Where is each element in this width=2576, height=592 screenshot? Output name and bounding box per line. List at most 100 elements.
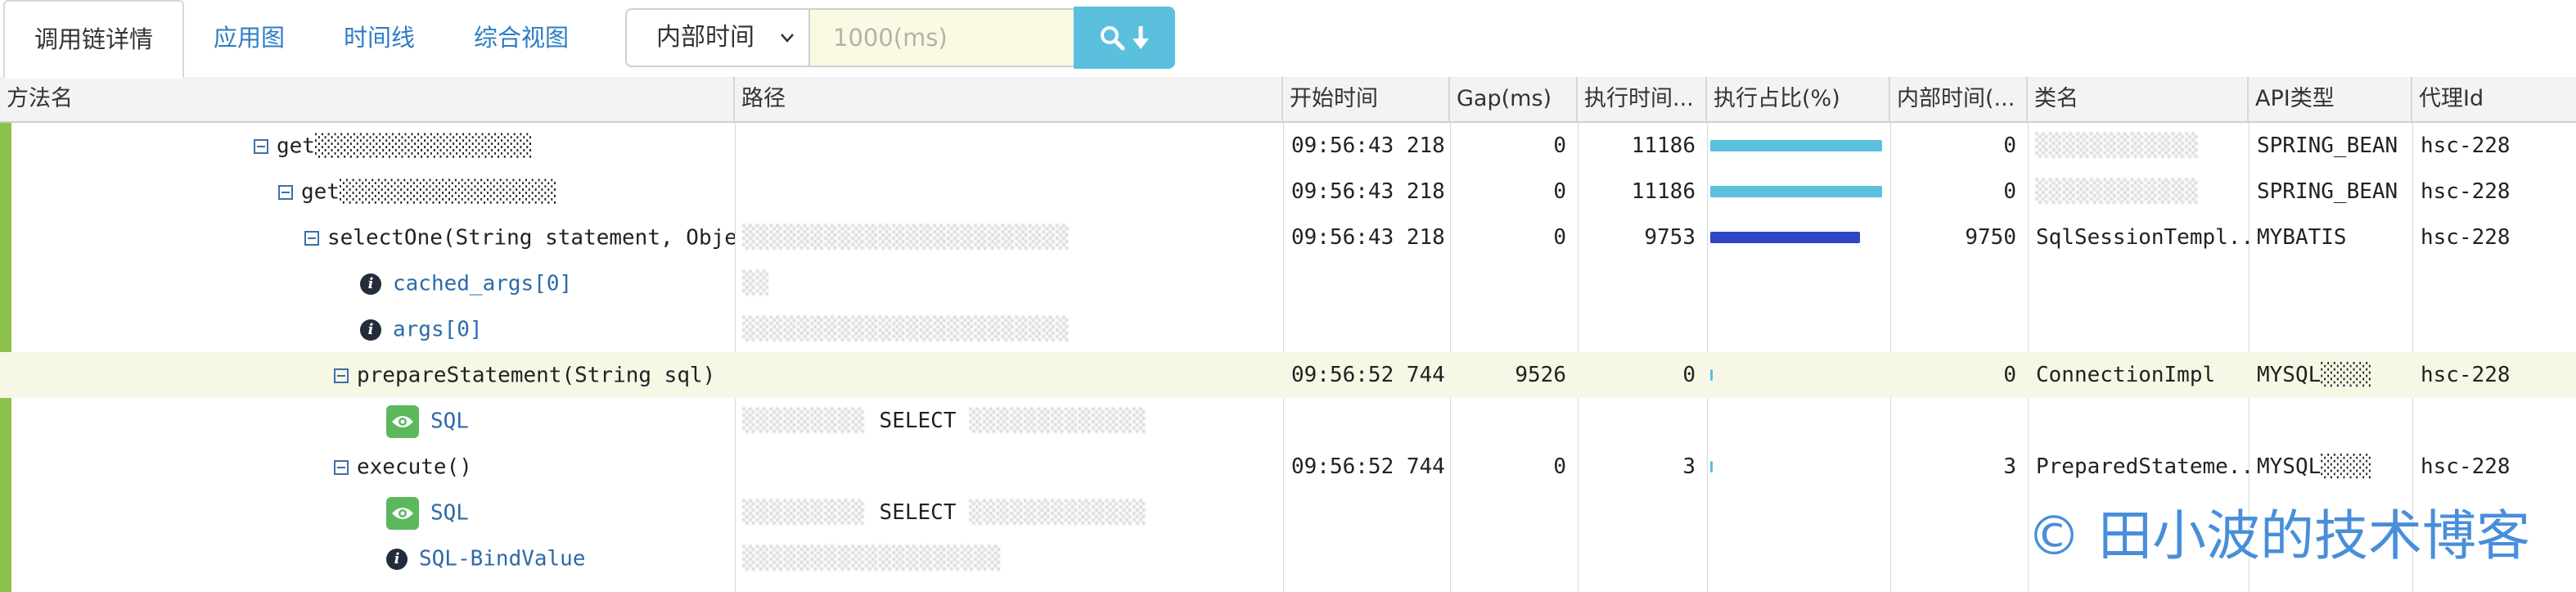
table-row[interactable]: get░░░░░░░░░░░░░░░░░ 09:56:43 218 0 11186 0 ░… (0, 123, 2576, 169)
api-type-cell: MYSQL░░░░ (2257, 363, 2372, 387)
inner-time-cell: 3 (2003, 454, 2016, 479)
exec-ratio-bar (1710, 229, 1882, 246)
method-name-cell: get░░░░░░░░░░░░░░░░░ (245, 123, 735, 169)
exec-ratio-fill (1710, 369, 1713, 381)
path-cell: ░░░░░░░░░░░░░░░░░░░░░░░░ (743, 225, 1070, 250)
search-icon (1101, 26, 1125, 51)
method-name-text: cached_args[0] (393, 271, 573, 296)
table-row[interactable]: SQL ░░░░░░░░░ SELECT ░░░░░░░░░░░░░ (0, 398, 2576, 444)
eye-icon[interactable] (386, 496, 419, 530)
inner-time-cell: 0 (2003, 363, 2016, 387)
path-cell (735, 352, 1283, 398)
minus-square-icon[interactable] (278, 184, 293, 200)
method-name-cell: prepareStatement(String sql) (326, 352, 735, 398)
exec-time-cell: 9753 (1644, 225, 1696, 250)
path-cell: ░░ (743, 271, 771, 296)
exec-time-cell: 0 (1682, 363, 1696, 387)
method-name-cell: selectOne(String statement, Object (296, 215, 735, 260)
col-api-type[interactable]: API类型 (2249, 77, 2412, 121)
inner-time-cell: 9750 (1965, 225, 2016, 250)
col-gap[interactable]: Gap(ms) (1450, 77, 1578, 121)
exec-ratio-bar (1710, 183, 1882, 200)
gap-cell: 0 (1553, 133, 1566, 158)
class-name-cell: PreparedStateme... (2036, 454, 2249, 479)
agent-id-cell: hsc-228 (2421, 133, 2511, 158)
tab-mixed-view[interactable]: 综合视图 (444, 0, 598, 75)
col-agent-id[interactable]: 代理Id (2412, 77, 2576, 121)
method-name-cell: i cached_args[0] (352, 260, 735, 306)
col-exec-time[interactable]: 执行时间... (1578, 77, 1707, 121)
col-class-name[interactable]: 类名 (2028, 77, 2249, 121)
exec-ratio-bar (1710, 138, 1882, 154)
exec-ratio-bar (1710, 367, 1882, 383)
method-name-cell: execute() (326, 444, 735, 490)
table-row[interactable]: i cached_args[0] ░░ (0, 260, 2576, 306)
minus-square-icon[interactable] (304, 230, 319, 246)
agent-id-cell: hsc-228 (2421, 225, 2511, 250)
table-row[interactable]: execute() 09:56:52 744 0 3 3 PreparedStateme.… (0, 444, 2576, 490)
col-exec-ratio[interactable]: 执行占比(%) (1707, 77, 1890, 121)
method-name-text: args[0] (393, 317, 483, 342)
exec-time-cell: 3 (1682, 454, 1696, 479)
time-threshold-input[interactable]: 1000(ms) (810, 8, 1075, 67)
api-type-cell: MYBATIS (2257, 225, 2347, 250)
search-button[interactable] (1074, 7, 1175, 69)
minus-square-icon[interactable] (254, 138, 268, 154)
exec-ratio-bar (1710, 459, 1882, 475)
info-icon: i (360, 319, 381, 341)
col-start-time[interactable]: 开始时间 (1283, 77, 1450, 121)
class-name-cell: ░░░░░░░░░░░░ (2036, 133, 2200, 158)
table-row[interactable]: prepareStatement(String sql) 09:56:52 744… (0, 352, 2576, 398)
method-name-text: SQL (430, 500, 469, 526)
method-name-text: prepareStatement(String sql) (357, 363, 716, 388)
method-name-cell: SQL (378, 490, 735, 536)
path-cell: ░░░░░░░░░ SELECT ░░░░░░░░░░░░░ (743, 500, 1147, 525)
arrow-down-icon (1133, 26, 1149, 49)
gap-cell: 0 (1553, 179, 1566, 204)
method-name-text: get░░░░░░░░░░░░░░░░░ (301, 179, 558, 205)
method-name-text: SQL-BindValue (419, 546, 586, 572)
info-icon: i (386, 548, 408, 570)
method-name-cell: SQL (378, 398, 735, 444)
table-row[interactable]: selectOne(String statement, Object ░░░░░░… (0, 215, 2576, 260)
table-row[interactable]: get░░░░░░░░░░░░░░░░░ 09:56:43 218 0 11186 0 ░… (0, 169, 2576, 215)
grid-header: 方法名 路径 开始时间 Gap(ms) 执行时间... 执行占比(%) 内部时间… (0, 77, 2576, 123)
start-time-cell: 09:56:43 218 (1291, 225, 1445, 250)
exec-time-cell: 11186 (1631, 179, 1696, 204)
gap-cell: 9526 (1515, 363, 1566, 387)
method-name-text: selectOne(String statement, Object (327, 225, 735, 251)
method-name-cell: i args[0] (352, 306, 735, 352)
api-type-cell: SPRING_BEAN (2257, 133, 2398, 158)
inner-time-cell: 0 (2003, 179, 2016, 204)
start-time-cell: 09:56:52 744 (1291, 363, 1445, 387)
time-type-select-value: 内部时间 (656, 23, 754, 52)
path-cell (735, 169, 1283, 215)
class-name-cell: ConnectionImpl (2036, 363, 2216, 387)
method-name-cell: get░░░░░░░░░░░░░░░░░ (270, 169, 735, 215)
minus-square-icon[interactable] (334, 368, 349, 383)
api-type-cell: MYSQL░░░░ (2257, 454, 2372, 479)
tab-timeline[interactable]: 时间线 (314, 0, 444, 75)
tab-call-chain[interactable]: 调用链详情 (3, 0, 185, 79)
inner-time-cell: 0 (2003, 133, 2016, 158)
info-icon: i (360, 273, 381, 295)
tab-app-map[interactable]: 应用图 (184, 0, 314, 75)
col-path[interactable]: 路径 (735, 77, 1283, 121)
path-cell: ░░░░░░░░░░░░░░░░░░░░░░░░ (743, 317, 1070, 341)
eye-icon[interactable] (386, 404, 419, 438)
table-row[interactable]: i args[0] ░░░░░░░░░░░░░░░░░░░░░░░░ (0, 306, 2576, 352)
method-name-cell: i SQL-BindValue (378, 536, 735, 581)
start-time-cell: 09:56:52 744 (1291, 454, 1445, 479)
gap-cell: 0 (1553, 454, 1566, 479)
col-inner-time[interactable]: 内部时间(... (1890, 77, 2028, 121)
time-type-select[interactable]: 内部时间 (625, 8, 810, 67)
path-cell: ░░░░░░░░░░░░░░░░░░░ (743, 546, 1002, 571)
start-time-cell: 09:56:43 218 (1291, 133, 1445, 158)
exec-ratio-fill (1710, 461, 1713, 472)
exec-ratio-fill (1710, 232, 1860, 243)
minus-square-icon[interactable] (334, 459, 349, 475)
toolbar: 调用链详情 应用图 时间线 综合视图 内部时间 1000(ms) (0, 0, 2576, 79)
path-cell (735, 123, 1283, 169)
col-method-name[interactable]: 方法名 (0, 77, 735, 121)
class-name-cell: ░░░░░░░░░░░░ (2036, 179, 2200, 204)
